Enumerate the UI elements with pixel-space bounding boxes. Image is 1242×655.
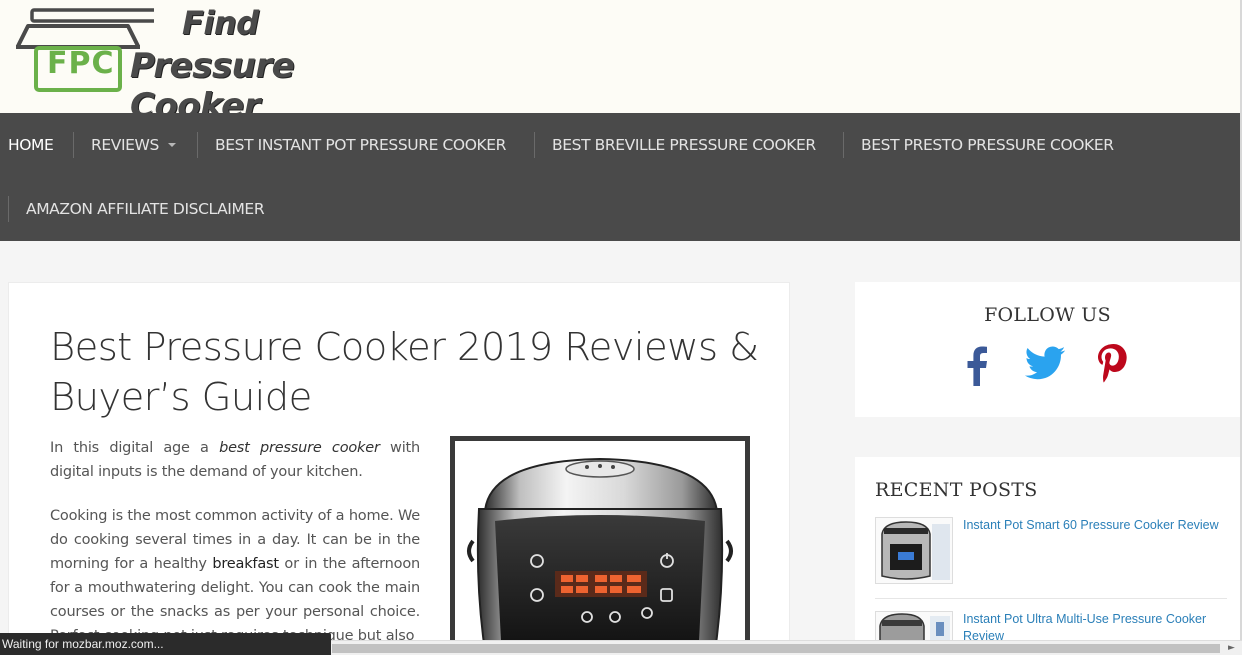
- article-body-paragraph: Cooking is the most common activity of a…: [50, 504, 420, 641]
- article-title: Best Pressure Cooker 2019 Reviews & Buye…: [50, 325, 759, 420]
- nav-separator: [197, 132, 198, 158]
- nav-affiliate-disclaimer-label: AMAZON AFFILIATE DISCLAIMER: [26, 200, 265, 218]
- nav-best-instant-pot[interactable]: BEST INSTANT POT PRESSURE COOKER: [215, 113, 506, 177]
- post-thumbnail[interactable]: [875, 517, 953, 584]
- facebook-icon[interactable]: [957, 342, 997, 386]
- recent-posts-widget: RECENT POSTS Instant Pot Smart 60 Pressu…: [855, 457, 1240, 655]
- nav-separator: [73, 132, 74, 158]
- post-divider: [875, 598, 1227, 599]
- site-header: FPC Find Pressure Cooker: [0, 0, 1240, 126]
- nav-reviews[interactable]: REVIEWS: [91, 113, 176, 177]
- article-intro-paragraph: In this digital age a best pressure cook…: [50, 436, 420, 484]
- nav-separator: [843, 132, 844, 158]
- main-article: Best Pressure Cooker 2019 Reviews & Buye…: [8, 282, 790, 642]
- nav-best-presto[interactable]: BEST PRESTO PRESSURE COOKER: [861, 113, 1114, 177]
- logo-line-1: Find: [182, 4, 259, 42]
- site-logo[interactable]: FPC Find Pressure Cooker: [14, 4, 414, 126]
- follow-us-widget: FOLLOW US: [855, 282, 1240, 417]
- intro-emphasis: best pressure cooker: [219, 440, 380, 456]
- chevron-down-icon: [167, 143, 176, 147]
- recent-posts-heading: RECENT POSTS: [875, 479, 1038, 501]
- body-bold-word: breakfast: [212, 556, 279, 572]
- recent-post-link[interactable]: Instant Pot Smart 60 Pressure Cooker Rev…: [963, 517, 1223, 534]
- nav-affiliate-disclaimer[interactable]: AMAZON AFFILIATE DISCLAIMER: [26, 177, 265, 241]
- nav-home[interactable]: HOME: [8, 113, 54, 177]
- twitter-icon[interactable]: [1023, 342, 1067, 386]
- pinterest-icon[interactable]: [1093, 342, 1133, 386]
- nav-best-instant-pot-label: BEST INSTANT POT PRESSURE COOKER: [215, 136, 507, 154]
- scrollbar-thumb[interactable]: [332, 644, 1220, 653]
- browser-status-bar: Waiting for mozbar.moz.com...: [0, 633, 331, 655]
- nav-separator: [534, 132, 535, 158]
- nav-best-breville-label: BEST BREVILLE PRESSURE COOKER: [552, 136, 816, 154]
- main-navigation: HOME REVIEWS BEST INSTANT POT PRESSURE C…: [0, 113, 1240, 241]
- nav-reviews-label: REVIEWS: [91, 136, 159, 154]
- nav-best-presto-label: BEST PRESTO PRESSURE COOKER: [861, 136, 1114, 154]
- follow-us-heading: FOLLOW US: [984, 304, 1111, 326]
- intro-text-start: In this digital age a: [50, 440, 220, 456]
- nav-best-breville[interactable]: BEST BREVILLE PRESSURE COOKER: [552, 113, 816, 177]
- product-image[interactable]: [450, 436, 750, 641]
- logo-monogram: FPC: [47, 46, 115, 81]
- nav-separator: [8, 196, 9, 222]
- nav-home-label: HOME: [8, 136, 54, 154]
- pressure-cooker-image: [467, 457, 733, 641]
- scroll-right-arrow-icon[interactable]: ►: [1228, 643, 1235, 653]
